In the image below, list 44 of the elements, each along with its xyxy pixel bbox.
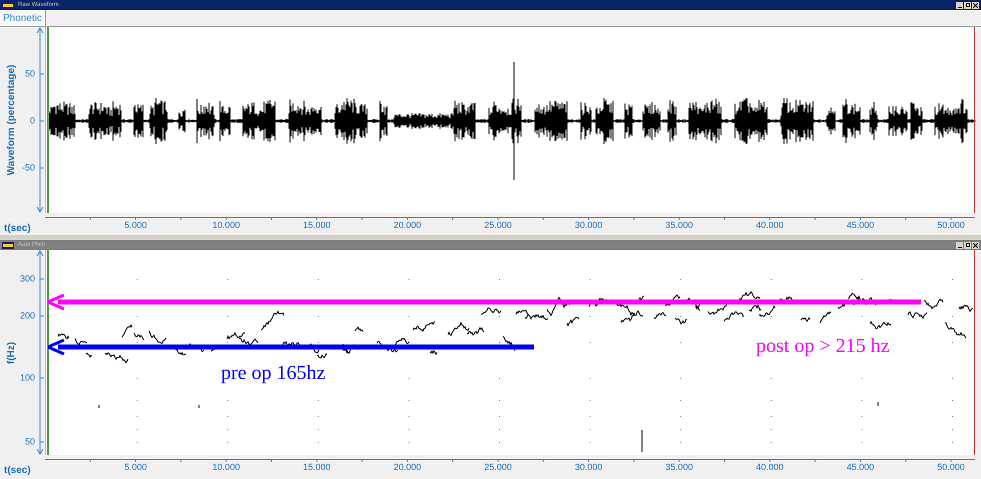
x-tick-label: 5.000 <box>124 463 147 472</box>
close-icon <box>973 242 978 248</box>
y-tick-label: 100 <box>20 374 35 382</box>
minimize-button[interactable] <box>956 2 963 8</box>
x-tick-label: 25.000 <box>484 463 512 472</box>
y-axis-label: f(Hz) <box>7 341 17 364</box>
x-tick-label: 30.000 <box>574 463 602 472</box>
y-tick-label: 200 <box>20 312 35 320</box>
x-tick-label: 35.000 <box>665 221 693 230</box>
x-tick-label: 35.000 <box>665 463 693 472</box>
x-tick-label: 50.000 <box>937 463 965 472</box>
x-axis-label: t(sec) <box>4 224 31 234</box>
close-button[interactable] <box>972 2 979 8</box>
x-tick-label: 45.000 <box>846 463 874 472</box>
app-icon <box>2 242 14 248</box>
x-axis-label: t(sec) <box>4 466 31 476</box>
x-tick-label: 25.000 <box>484 221 512 230</box>
x-tick-label: 5.000 <box>124 221 147 230</box>
y-tick-label: 300 <box>20 274 35 284</box>
y-tick-label: 0 <box>30 116 35 126</box>
y-axis-label: Waveform (percentage) <box>7 64 17 176</box>
x-tick-label: 40.000 <box>756 221 784 230</box>
y-tick-label: 50 <box>24 70 35 78</box>
minimize-button[interactable] <box>956 242 963 248</box>
x-tick-label: 50.000 <box>937 221 965 230</box>
app-icon <box>2 2 14 8</box>
close-icon <box>973 2 978 8</box>
y-tick-label: 50 <box>24 438 35 446</box>
phonetic-tab[interactable]: Phonetic <box>0 10 46 26</box>
x-tick-label: 20.000 <box>394 221 422 230</box>
x-tick-label: 40.000 <box>756 463 784 472</box>
x-tick-label: 15.000 <box>303 221 331 230</box>
y-tick-label: -50 <box>22 164 35 172</box>
x-tick-label: 45.000 <box>846 221 874 230</box>
annotation-text: post op > 215 hz <box>756 336 890 356</box>
x-tick-label: 10.000 <box>212 463 240 472</box>
x-tick-label: 20.000 <box>394 463 422 472</box>
maximize-button[interactable] <box>964 2 971 8</box>
x-tick-label: 30.000 <box>574 221 602 230</box>
close-button[interactable] <box>972 242 979 248</box>
maximize-button[interactable] <box>964 242 971 248</box>
annotation-text: pre op 165hz <box>221 363 326 383</box>
x-tick-label: 15.000 <box>303 463 331 472</box>
x-tick-label: 10.000 <box>212 221 240 230</box>
